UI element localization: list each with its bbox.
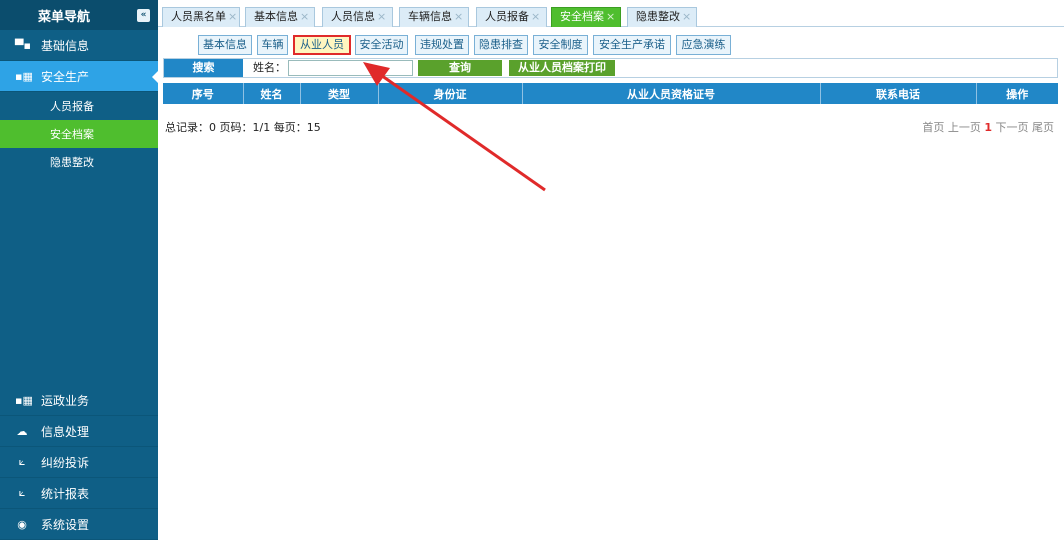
main-content: 人员黑名单 × 基本信息 × 人员信息 × 车辆信息 × 人员报备 × 安全档案 × 隐患整… [158, 0, 1064, 540]
name-input[interactable] [288, 60, 413, 76]
tab-personnel-blacklist[interactable]: 人员黑名单 × [162, 7, 240, 27]
app-root: 菜单导航 « ▀▪ 基础信息 ▪▦ 安全生产 人员报备 安全档案 隐患整改 ▪▦… [0, 0, 1064, 540]
pager-next[interactable]: 下一页 [996, 121, 1029, 134]
sidebar-item-info-processing[interactable]: ☁ 信息处理 [0, 416, 158, 447]
col-header-qualification-no[interactable]: 从业人员资格证号 [522, 83, 821, 104]
pager: 首页 上一页 1 下一页 尾页 [922, 119, 1054, 135]
sidebar-item-system-settings[interactable]: ◉ 系统设置 [0, 509, 158, 540]
subtab-vehicles[interactable]: 车辆 [257, 35, 288, 55]
query-button[interactable]: 查询 [418, 60, 502, 76]
sidebar-item-safety-production[interactable]: ▪▦ 安全生产 [0, 61, 158, 92]
sidebar-item-label: 统计报表 [41, 486, 90, 501]
chart-icon: ⟀ [18, 455, 26, 468]
collapse-icon[interactable]: « [137, 8, 150, 22]
subtab-emergency-drill[interactable]: 应急演练 [676, 35, 731, 55]
col-header-name[interactable]: 姓名 [243, 83, 301, 104]
sidebar-sub-personnel-report[interactable]: 人员报备 [0, 92, 158, 120]
print-archive-button[interactable]: 从业人员档案打印 [509, 60, 615, 76]
subtab-bar: 基本信息 车辆 从业人员 安全活动 违规处置 隐患排查 安全制度 安全生产承诺 … [158, 35, 1064, 55]
col-header-actions[interactable]: 操作 [976, 83, 1058, 104]
tab-label: 安全档案 [560, 10, 604, 23]
close-icon[interactable]: × [682, 10, 691, 23]
pager-last[interactable]: 尾页 [1032, 121, 1054, 134]
subtab-violation-handling[interactable]: 违规处置 [415, 35, 469, 55]
sidebar-sub-safety-archive[interactable]: 安全档案 [0, 120, 158, 148]
cloud-icon: ☁ [16, 424, 28, 438]
pager-summary: 总记录：0 页码：1/1 每页：15 [165, 121, 321, 134]
sidebar-item-label: 运政业务 [41, 393, 90, 408]
close-icon[interactable]: × [300, 10, 309, 23]
close-icon[interactable]: × [377, 10, 386, 23]
table-header-row: 序号 姓名 类型 身份证 从业人员资格证号 联系电话 操作 [163, 83, 1058, 104]
subtab-hazard-inspection[interactable]: 隐患排查 [474, 35, 528, 55]
pager-prev[interactable]: 上一页 [948, 121, 981, 134]
sidebar-sub-label: 人员报备 [50, 100, 94, 113]
building-icon: ▪▦ [15, 393, 33, 407]
close-icon[interactable]: × [531, 10, 540, 23]
chart-icon: ⟀ [18, 486, 26, 499]
col-header-type[interactable]: 类型 [300, 83, 379, 104]
close-icon[interactable]: × [454, 10, 463, 23]
sidebar-item-label: 基础信息 [41, 38, 90, 53]
col-header-id-card[interactable]: 身份证 [378, 83, 523, 104]
tab-bar: 人员黑名单 × 基本信息 × 人员信息 × 车辆信息 × 人员报备 × 安全档案 × 隐患整… [158, 0, 1064, 27]
tab-basic-info[interactable]: 基本信息 × [245, 7, 315, 27]
sidebar-item-transport-business[interactable]: ▪▦ 运政业务 [0, 385, 158, 416]
tab-hazard-rectification[interactable]: 隐患整改 × [627, 7, 697, 27]
pager-first[interactable]: 首页 [922, 121, 944, 134]
sidebar-title: 菜单导航 [38, 9, 91, 25]
sidebar-item-label: 纠纷投诉 [41, 455, 90, 470]
card-icon: ▀▪ [15, 38, 31, 52]
tab-safety-archive[interactable]: 安全档案 × [551, 7, 621, 27]
tab-label: 隐患整改 [636, 10, 680, 23]
name-label: 姓名： [253, 61, 286, 74]
tab-label: 人员黑名单 [171, 10, 226, 23]
tab-label: 人员报备 [485, 10, 529, 23]
sidebar-sub-label: 安全档案 [50, 128, 94, 141]
sidebar-item-label: 安全生产 [41, 69, 90, 84]
sidebar-sub-hazard-rectification[interactable]: 隐患整改 [0, 148, 158, 176]
search-title: 搜索 [164, 59, 243, 77]
col-header-phone[interactable]: 联系电话 [820, 83, 977, 104]
eye-icon: ◉ [17, 517, 27, 531]
tab-label: 人员信息 [331, 10, 375, 23]
building-icon: ▪▦ [15, 69, 33, 83]
close-icon[interactable]: × [228, 10, 237, 23]
sidebar-item-dispute-complaint[interactable]: ⟀ 纠纷投诉 [0, 447, 158, 478]
search-bar: 搜索 姓名： 查询 从业人员档案打印 [163, 58, 1058, 78]
subtab-practitioners[interactable]: 从业人员 [293, 35, 351, 55]
subtab-basic-info[interactable]: 基本信息 [198, 35, 252, 55]
sidebar-item-label: 系统设置 [41, 517, 90, 532]
sidebar-bottom-group: ▪▦ 运政业务 ☁ 信息处理 ⟀ 纠纷投诉 ⟀ 统计报表 ◉ 系统设置 [0, 385, 158, 540]
subtab-safety-activities[interactable]: 安全活动 [355, 35, 408, 55]
tab-label: 车辆信息 [408, 10, 452, 23]
sidebar-item-statistics-report[interactable]: ⟀ 统计报表 [0, 478, 158, 509]
tab-vehicle-info[interactable]: 车辆信息 × [399, 7, 469, 27]
sidebar-header: 菜单导航 « [0, 0, 158, 30]
close-icon[interactable]: × [606, 10, 615, 23]
tab-personnel-report[interactable]: 人员报备 × [476, 7, 547, 27]
sidebar-sub-label: 隐患整改 [50, 156, 94, 169]
sidebar: 菜单导航 « ▀▪ 基础信息 ▪▦ 安全生产 人员报备 安全档案 隐患整改 ▪▦… [0, 0, 158, 540]
sidebar-item-basic-info[interactable]: ▀▪ 基础信息 [0, 30, 158, 61]
practitioner-table: 序号 姓名 类型 身份证 从业人员资格证号 联系电话 操作 [163, 83, 1058, 104]
tab-label: 基本信息 [254, 10, 298, 23]
sidebar-item-label: 信息处理 [41, 424, 90, 439]
tab-personnel-info[interactable]: 人员信息 × [322, 7, 393, 27]
pager-current: 1 [984, 121, 992, 134]
col-header-index[interactable]: 序号 [163, 83, 244, 104]
subtab-safety-commitment[interactable]: 安全生产承诺 [593, 35, 671, 55]
subtab-safety-system[interactable]: 安全制度 [533, 35, 588, 55]
